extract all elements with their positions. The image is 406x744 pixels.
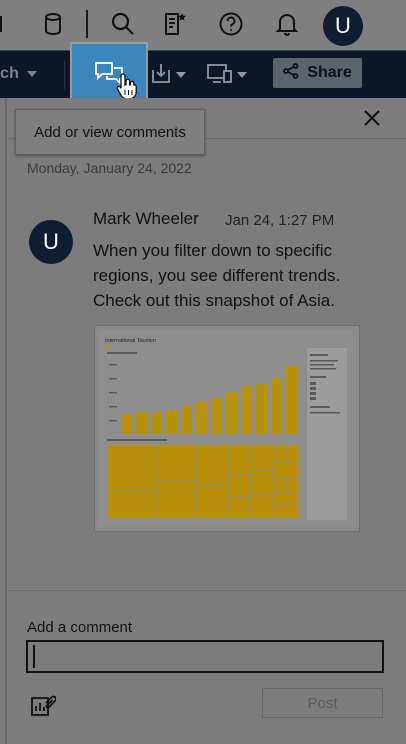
chevron-down-icon xyxy=(176,66,186,84)
notifications-icon[interactable] xyxy=(272,9,302,39)
device-layout-button[interactable] xyxy=(207,58,247,92)
snapshot-title: International Tourism xyxy=(105,338,156,344)
avatar-initial: U xyxy=(43,229,59,254)
avatar: U xyxy=(29,220,73,264)
view-snapshot-image[interactable]: International Tourism xyxy=(95,326,359,531)
add-comment-label: Add a comment xyxy=(27,619,133,636)
share-label: Share xyxy=(307,64,352,81)
search-icon[interactable] xyxy=(108,9,138,39)
comment-timestamp: Jan 24, 1:27 PM xyxy=(225,212,335,229)
text-caret xyxy=(33,645,35,668)
snapshot-thumbnail: International Tourism xyxy=(99,330,355,527)
user-initial: U xyxy=(335,13,351,38)
comment-text: When you filter down to specific regions… xyxy=(93,241,341,310)
toolbar-divider xyxy=(64,61,65,89)
top-header: U xyxy=(0,0,406,50)
toolbar-search-text: ch xyxy=(0,65,20,83)
help-icon[interactable] xyxy=(216,9,246,39)
header-divider xyxy=(86,10,88,38)
snapshot-treemap xyxy=(106,443,300,519)
close-icon[interactable] xyxy=(360,106,384,130)
favorites-list-icon[interactable] xyxy=(160,9,190,39)
comments-tooltip: Add or view comments xyxy=(15,109,205,155)
share-icon xyxy=(283,62,299,84)
chevron-down-icon xyxy=(237,66,247,84)
share-button[interactable]: Share xyxy=(273,58,362,88)
post-button[interactable]: Post xyxy=(262,688,383,718)
toolbar-search-fragment[interactable]: ch xyxy=(0,65,37,83)
edge-fragment xyxy=(0,16,2,32)
download-button[interactable] xyxy=(150,58,186,92)
post-label: Post xyxy=(307,694,338,712)
database-icon[interactable] xyxy=(38,9,68,39)
attach-view-icon[interactable] xyxy=(30,692,57,718)
compose-divider xyxy=(5,590,406,591)
user-avatar[interactable]: U xyxy=(323,6,363,46)
comment-input[interactable] xyxy=(26,640,384,673)
comment-date-heading: Monday, January 24, 2022 xyxy=(27,160,192,176)
chevron-down-icon xyxy=(26,65,37,83)
tooltip-text: Add or view comments xyxy=(34,123,186,141)
device-preview-icon xyxy=(207,62,233,89)
comment-author: Mark Wheeler xyxy=(93,209,199,228)
download-icon xyxy=(150,62,172,89)
